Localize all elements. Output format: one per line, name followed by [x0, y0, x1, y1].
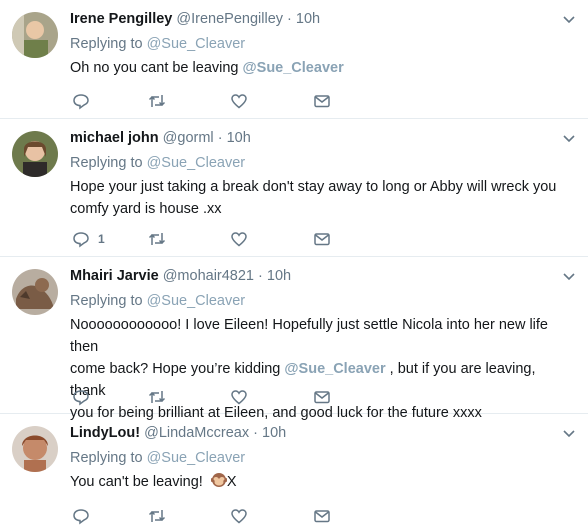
replying-to: Replying to @Sue_Cleaver	[70, 35, 245, 53]
tweet-text-part: come back? Hope you’re kidding	[70, 361, 285, 377]
tweet[interactable]: Irene Pengilley @IrenePengilley · 10h Re…	[0, 0, 588, 119]
replying-to: Replying to @Sue_Cleaver	[70, 292, 245, 310]
mention-link[interactable]: @Sue_Cleaver	[243, 60, 344, 76]
separator-dot: ·	[217, 130, 223, 146]
tweet-text: You can't be leaving! X	[70, 471, 568, 493]
tweet[interactable]: Mhairi Jarvie @mohair4821 · 10h Replying…	[0, 257, 588, 421]
tweet[interactable]: michael john @gorml · 10h Replying to @S…	[0, 119, 588, 257]
replying-label: Replying to	[70, 450, 143, 466]
username[interactable]: @IrenePengilley	[176, 11, 283, 27]
chevron-down-icon[interactable]	[562, 269, 576, 283]
replying-label: Replying to	[70, 293, 143, 309]
tweet-text-part: You can't be leaving!	[70, 474, 207, 490]
reply-icon	[73, 232, 89, 248]
separator-dot: ·	[258, 268, 263, 284]
display-name[interactable]: michael john	[70, 130, 159, 146]
direct-message-icon	[314, 510, 330, 523]
username[interactable]: @LindaMccreax	[144, 425, 249, 441]
reply-icon	[73, 509, 89, 525]
like-button[interactable]	[230, 387, 248, 407]
tweet-text-part: X	[226, 474, 237, 490]
like-icon	[231, 509, 247, 524]
avatar[interactable]	[12, 269, 58, 315]
reply-button[interactable]	[72, 387, 90, 407]
tweet-header: michael john @gorml · 10h	[70, 129, 251, 147]
direct-message-button[interactable]	[313, 229, 331, 249]
reply-button[interactable]	[72, 91, 90, 111]
like-icon	[231, 232, 247, 247]
like-button[interactable]	[230, 506, 248, 526]
replying-to-mention[interactable]: @Sue_Cleaver	[147, 293, 246, 309]
chevron-down-icon[interactable]	[562, 12, 576, 26]
tweet-text: Hope your just taking a break don't stay…	[70, 176, 568, 220]
tweet-actions	[70, 387, 370, 407]
tweet-text-line: Hope your just taking a break don't stay…	[70, 179, 557, 195]
retweet-icon	[148, 391, 166, 403]
retweet-button[interactable]	[148, 506, 166, 526]
tweet-text-part: Oh no you cant be leaving	[70, 60, 243, 76]
display-name[interactable]: Irene Pengilley	[70, 11, 172, 27]
retweet-button[interactable]	[148, 387, 166, 407]
timestamp[interactable]: 10h	[262, 425, 286, 441]
timestamp[interactable]: 10h	[227, 130, 251, 146]
tweet-text: Oh no you cant be leaving @Sue_Cleaver	[70, 57, 568, 79]
direct-message-icon	[314, 233, 330, 246]
reply-button[interactable]	[72, 506, 90, 526]
like-icon	[231, 390, 247, 405]
separator-dot: ·	[287, 11, 292, 27]
retweet-icon	[148, 233, 166, 245]
reply-icon	[73, 390, 89, 406]
reply-button[interactable]: 1	[72, 229, 105, 249]
reply-count: 1	[98, 232, 105, 246]
tweet-header: Mhairi Jarvie @mohair4821 · 10h	[70, 267, 291, 285]
mention-link[interactable]: @Sue_Cleaver	[284, 361, 385, 377]
direct-message-button[interactable]	[313, 506, 331, 526]
chevron-down-icon[interactable]	[562, 131, 576, 145]
tweet-actions	[70, 506, 370, 526]
retweet-button[interactable]	[148, 91, 166, 111]
tweet-text: Noooooooooooo! I love Eileen! Hopefully …	[70, 314, 568, 424]
tweet-header: LindyLou! @LindaMccreax · 10h	[70, 424, 286, 442]
avatar[interactable]	[12, 12, 58, 58]
username[interactable]: @mohair4821	[163, 268, 254, 284]
chevron-down-icon[interactable]	[562, 426, 576, 440]
tweet-actions	[70, 91, 370, 111]
retweet-button[interactable]	[148, 229, 166, 249]
separator-dot: ·	[253, 425, 258, 441]
direct-message-button[interactable]	[313, 91, 331, 111]
direct-message-button[interactable]	[313, 387, 331, 407]
see-no-evil-monkey-icon	[210, 473, 227, 487]
like-icon	[231, 94, 247, 109]
reply-icon	[73, 94, 89, 110]
avatar[interactable]	[12, 426, 58, 472]
replying-to-mention[interactable]: @Sue_Cleaver	[147, 450, 246, 466]
direct-message-icon	[314, 95, 330, 108]
tweet-text-line: Noooooooooooo! I love Eileen! Hopefully …	[70, 317, 548, 355]
replying-to-mention[interactable]: @Sue_Cleaver	[147, 155, 246, 171]
username[interactable]: @gorml	[163, 130, 214, 146]
retweet-icon	[148, 95, 166, 107]
retweet-icon	[148, 510, 166, 522]
display-name[interactable]: LindyLou!	[70, 425, 140, 441]
replying-label: Replying to	[70, 155, 143, 171]
tweet-header: Irene Pengilley @IrenePengilley · 10h	[70, 10, 320, 28]
tweet-actions: 1	[70, 229, 370, 249]
timestamp[interactable]: 10h	[267, 268, 291, 284]
replying-to: Replying to @Sue_Cleaver	[70, 154, 245, 172]
replying-to-mention[interactable]: @Sue_Cleaver	[147, 36, 246, 52]
replying-to: Replying to @Sue_Cleaver	[70, 449, 245, 467]
avatar[interactable]	[12, 131, 58, 177]
like-button[interactable]	[230, 229, 248, 249]
like-button[interactable]	[230, 91, 248, 111]
direct-message-icon	[314, 391, 330, 404]
tweet-text-line: comfy yard is house .xx	[70, 201, 222, 217]
timestamp[interactable]: 10h	[296, 11, 320, 27]
replying-label: Replying to	[70, 36, 143, 52]
display-name[interactable]: Mhairi Jarvie	[70, 268, 159, 284]
tweet[interactable]: LindyLou! @LindaMccreax · 10h Replying t…	[0, 414, 588, 527]
